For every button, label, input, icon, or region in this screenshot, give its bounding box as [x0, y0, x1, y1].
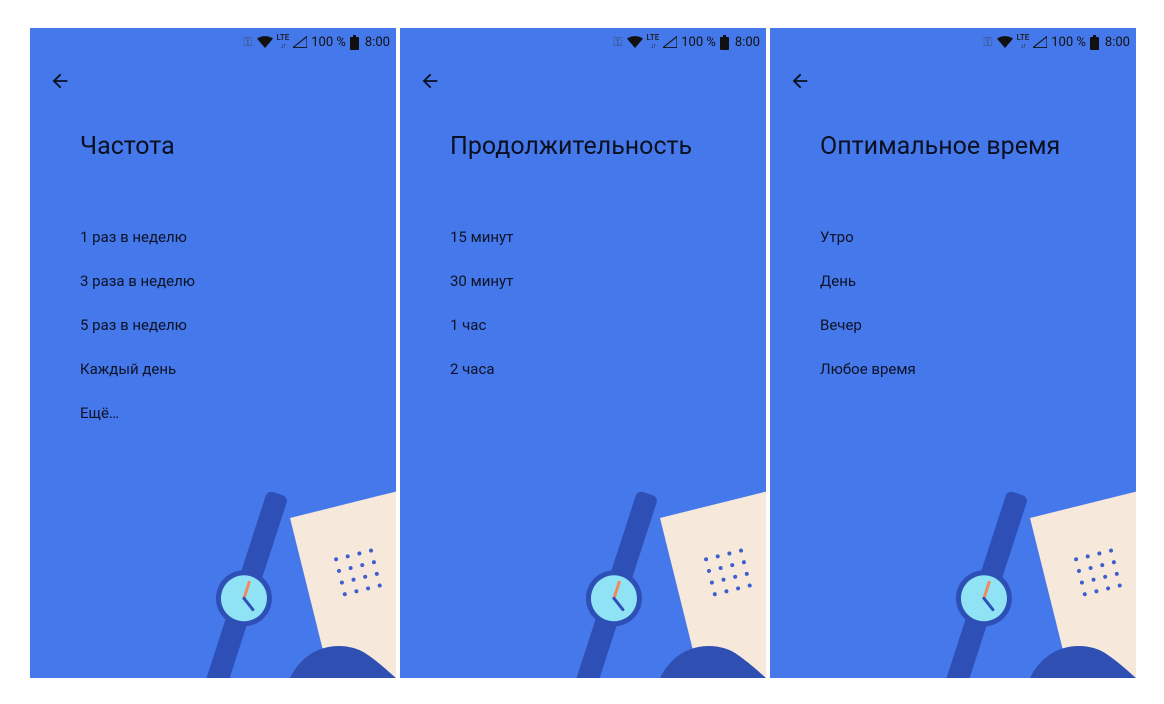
- signal-icon: [1033, 36, 1047, 48]
- status-bar: ⚿ LTE↓↑ 100 % 8:00: [400, 28, 766, 54]
- status-bar: ⚿ LTE↓↑ 100 % 8:00: [30, 28, 396, 54]
- lte-indicator: LTE↓↑: [1017, 34, 1030, 50]
- wifi-icon: [997, 36, 1013, 48]
- back-row: [30, 54, 396, 108]
- status-clock: 8:00: [365, 35, 390, 50]
- option-item[interactable]: Утро: [770, 215, 1136, 259]
- phone-screen-2: ⚿ LTE↓↑ 100 % 8:00 Продолжительность 15 …: [400, 28, 766, 678]
- option-item[interactable]: 1 час: [400, 303, 766, 347]
- signal-icon: [293, 36, 307, 48]
- option-item[interactable]: 15 минут: [400, 215, 766, 259]
- page-title: Продолжительность: [400, 108, 766, 171]
- battery-icon: [1090, 35, 1099, 50]
- watch-icon: [186, 485, 304, 678]
- back-button[interactable]: [784, 65, 816, 97]
- arrow-left-icon: [49, 70, 71, 92]
- back-row: [400, 54, 766, 108]
- wifi-icon: [257, 36, 273, 48]
- option-item[interactable]: День: [770, 259, 1136, 303]
- status-clock: 8:00: [735, 35, 760, 50]
- status-clock: 8:00: [1105, 35, 1130, 50]
- vpn-key-icon: ⚿: [983, 35, 990, 50]
- vpn-key-icon: ⚿: [243, 35, 250, 50]
- options-list: 1 раз в неделю 3 раза в неделю 5 раз в н…: [30, 171, 396, 435]
- battery-percent: 100 %: [311, 35, 346, 50]
- back-row: [770, 54, 1136, 108]
- option-item[interactable]: 1 раз в неделю: [30, 215, 396, 259]
- back-button[interactable]: [44, 65, 76, 97]
- lte-indicator: LTE↓↑: [277, 34, 290, 50]
- battery-percent: 100 %: [1051, 35, 1086, 50]
- options-list: Утро День Вечер Любое время: [770, 171, 1136, 391]
- option-item[interactable]: 30 минут: [400, 259, 766, 303]
- back-button[interactable]: [414, 65, 446, 97]
- phone-screen-1: ⚿ LTE↓↑ 100 % 8:00 Частота 1 раз в недел…: [30, 28, 396, 678]
- option-item[interactable]: 2 часа: [400, 347, 766, 391]
- page-title: Частота: [30, 108, 396, 171]
- lte-indicator: LTE↓↑: [647, 34, 660, 50]
- footer-illustration: [400, 448, 766, 678]
- option-item[interactable]: Ещё…: [30, 391, 396, 435]
- battery-percent: 100 %: [681, 35, 716, 50]
- signal-icon: [663, 36, 677, 48]
- wifi-icon: [627, 36, 643, 48]
- stage: ⚿ LTE↓↑ 100 % 8:00 Частота 1 раз в недел…: [0, 0, 1164, 704]
- page-title: Оптимальное время: [770, 108, 1136, 171]
- battery-icon: [350, 35, 359, 50]
- footer-illustration: [770, 448, 1136, 678]
- watch-icon: [926, 485, 1044, 678]
- footer-illustration: [30, 448, 396, 678]
- options-list: 15 минут 30 минут 1 час 2 часа: [400, 171, 766, 391]
- option-item[interactable]: Каждый день: [30, 347, 396, 391]
- option-item[interactable]: 3 раза в неделю: [30, 259, 396, 303]
- arrow-left-icon: [789, 70, 811, 92]
- battery-icon: [720, 35, 729, 50]
- arrow-left-icon: [419, 70, 441, 92]
- vpn-key-icon: ⚿: [613, 35, 620, 50]
- option-item[interactable]: Вечер: [770, 303, 1136, 347]
- status-bar: ⚿ LTE↓↑ 100 % 8:00: [770, 28, 1136, 54]
- phone-screen-3: ⚿ LTE↓↑ 100 % 8:00 Оптимальное время Утр…: [770, 28, 1136, 678]
- option-item[interactable]: 5 раз в неделю: [30, 303, 396, 347]
- watch-icon: [556, 485, 674, 678]
- option-item[interactable]: Любое время: [770, 347, 1136, 391]
